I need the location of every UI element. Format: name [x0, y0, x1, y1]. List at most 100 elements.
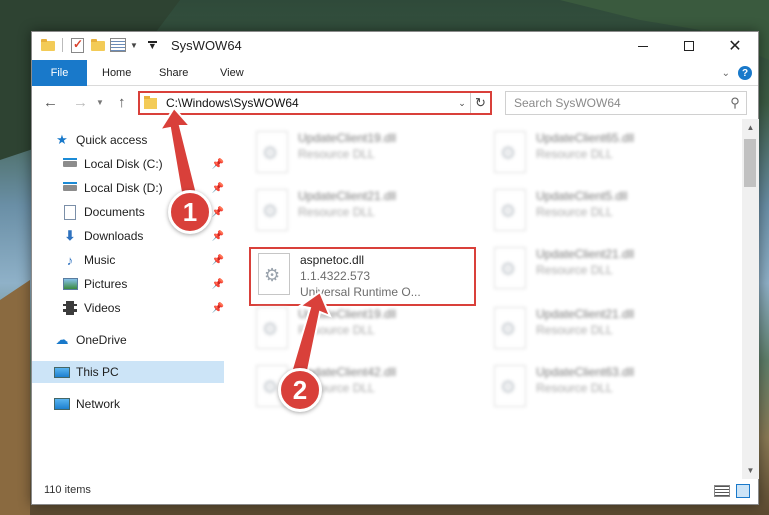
search-icon[interactable]: ⚲ [724, 95, 746, 111]
videos-icon [62, 300, 78, 316]
step-2-badge: 2 [278, 368, 322, 412]
chevron-down-icon[interactable]: ⌄ [454, 98, 470, 109]
window-title: SysWOW64 [171, 38, 242, 53]
sidebar-item-videos[interactable]: Videos 📌 [62, 297, 224, 319]
pin-icon[interactable]: 📌 [212, 255, 224, 266]
pin-icon[interactable]: 📌 [212, 231, 224, 242]
chevron-down-icon[interactable]: ▼ [130, 41, 138, 50]
divider [62, 38, 63, 52]
close-button[interactable]: ✕ [712, 32, 758, 60]
folder-icon [40, 37, 56, 53]
scroll-up-icon[interactable]: ▲ [742, 119, 759, 136]
navigation-row: ← → ▼ ↑ C:\Windows\SysWOW64 ⌄ ↻ Search S… [32, 87, 758, 119]
document-icon [62, 204, 78, 220]
file-description: Resource DLL [536, 381, 613, 395]
sidebar-item-label: Network [76, 397, 121, 411]
sidebar-item-label: OneDrive [76, 333, 127, 347]
file-tile[interactable]: ⚙ UpdateClient5.dll Resource DLL [488, 186, 718, 238]
dll-file-icon: ⚙ [254, 131, 292, 177]
sidebar-item-label: Local Disk (C:) [84, 157, 163, 171]
tab-home[interactable]: Home [88, 60, 145, 86]
pin-icon[interactable]: 📌 [212, 279, 224, 290]
file-tile[interactable]: ⚙ UpdateClient21.dll Resource DLL [488, 304, 718, 356]
file-description: Resource DLL [536, 205, 613, 219]
file-list: ⚙ UpdateClient19.dll Resource DLL ⚙ Updat… [232, 122, 742, 477]
sidebar-item-label: Quick access [76, 133, 148, 147]
dll-file-icon: ⚙ [254, 307, 292, 353]
sidebar-item-quick-access[interactable]: ★ Quick access [54, 129, 224, 151]
item-count: 110 items [44, 484, 91, 496]
pin-icon[interactable]: 📌 [212, 159, 224, 170]
file-name: UpdateClient21.dll [298, 189, 397, 203]
file-description: Resource DLL [536, 147, 613, 161]
file-description: Resource DLL [298, 205, 375, 219]
search-box[interactable]: Search SysWOW64 ⚲ [505, 91, 747, 115]
file-tile[interactable]: ⚙ UpdateClient19.dll Resource DLL [250, 304, 480, 356]
new-folder-icon[interactable] [90, 37, 106, 53]
window-controls: ✕ [620, 32, 758, 60]
address-path[interactable]: C:\Windows\SysWOW64 [166, 96, 454, 110]
sidebar-item-local-disk-c[interactable]: Local Disk (C:) 📌 [62, 153, 224, 175]
tab-share[interactable]: Share [145, 60, 202, 86]
large-icons-view-icon[interactable] [736, 484, 750, 498]
dll-file-icon: ⚙ [492, 247, 530, 293]
back-button[interactable]: ← [43, 94, 58, 111]
properties-icon[interactable] [71, 37, 84, 53]
tab-view[interactable]: View [206, 60, 258, 86]
explorer-window: ▼ ▼ SysWOW64 ✕ File Home Share View ⌄ ? … [31, 31, 759, 505]
view-layout-icon[interactable] [110, 38, 126, 52]
sidebar-item-label: Pictures [84, 277, 128, 291]
help-icon[interactable]: ? [738, 66, 752, 80]
minimize-button[interactable] [620, 32, 666, 60]
vertical-scrollbar[interactable]: ▲ ▼ [742, 119, 759, 479]
file-tile[interactable]: ⚙ UpdateClient19.dll Resource DLL [250, 128, 480, 180]
expand-ribbon-icon[interactable]: ⌄ [722, 68, 730, 79]
tab-file[interactable]: File [32, 60, 87, 86]
star-icon: ★ [56, 132, 68, 147]
file-description: Resource DLL [298, 147, 375, 161]
customize-toolbar-icon[interactable]: ▼ [147, 41, 157, 51]
folder-icon [144, 95, 160, 111]
recent-locations-icon[interactable]: ▼ [96, 98, 104, 107]
details-view-icon[interactable] [714, 485, 730, 497]
ribbon-right-controls: ⌄ ? [722, 66, 752, 80]
dll-file-icon: ⚙ [492, 307, 530, 353]
scroll-down-icon[interactable]: ▼ [742, 462, 759, 479]
sidebar-item-label: Local Disk (D:) [84, 181, 163, 195]
highlight-box [249, 247, 476, 306]
scrollbar-thumb[interactable] [744, 139, 756, 187]
file-name: UpdateClient63.dll [536, 365, 635, 379]
quick-access-toolbar: ▼ ▼ [40, 37, 157, 53]
file-tile[interactable]: ⚙ UpdateClient65.dll Resource DLL [488, 128, 718, 180]
sidebar-item-this-pc[interactable]: This PC [32, 361, 224, 383]
address-bar[interactable]: C:\Windows\SysWOW64 ⌄ ↻ [138, 91, 492, 115]
forward-button[interactable]: → [73, 94, 88, 111]
file-tile[interactable]: ⚙ UpdateClient21.dll Resource DLL [250, 186, 480, 238]
drive-icon [62, 156, 78, 172]
file-description: Resource DLL [536, 323, 613, 337]
network-icon [54, 396, 70, 412]
pin-icon[interactable]: 📌 [212, 207, 224, 218]
file-name: UpdateClient21.dll [536, 307, 635, 321]
sidebar-item-network[interactable]: Network [54, 393, 224, 415]
up-button[interactable]: ↑ [118, 94, 126, 111]
maximize-button[interactable] [666, 32, 712, 60]
file-name: UpdateClient19.dll [298, 131, 397, 145]
file-name: UpdateClient21.dll [536, 247, 635, 261]
step-1-badge: 1 [168, 190, 212, 234]
sidebar-item-pictures[interactable]: Pictures 📌 [62, 273, 224, 295]
title-bar: ▼ ▼ SysWOW64 ✕ [32, 32, 758, 60]
file-tile[interactable]: ⚙ UpdateClient21.dll Resource DLL [488, 244, 718, 296]
download-icon: ⬇ [64, 228, 76, 243]
search-input[interactable]: Search SysWOW64 [514, 96, 724, 110]
maximize-icon [684, 41, 694, 51]
sidebar-item-label: This PC [76, 365, 119, 379]
pin-icon[interactable]: 📌 [212, 303, 224, 314]
refresh-button[interactable]: ↻ [470, 93, 490, 113]
file-tile[interactable]: ⚙ UpdateClient63.dll Resource DLL [488, 362, 718, 414]
drive-icon [62, 180, 78, 196]
pin-icon[interactable]: 📌 [212, 183, 224, 194]
sidebar-item-music[interactable]: ♪ Music 📌 [62, 249, 224, 271]
sidebar-item-label: Documents [84, 205, 145, 219]
sidebar-item-onedrive[interactable]: ☁ OneDrive [54, 329, 224, 351]
